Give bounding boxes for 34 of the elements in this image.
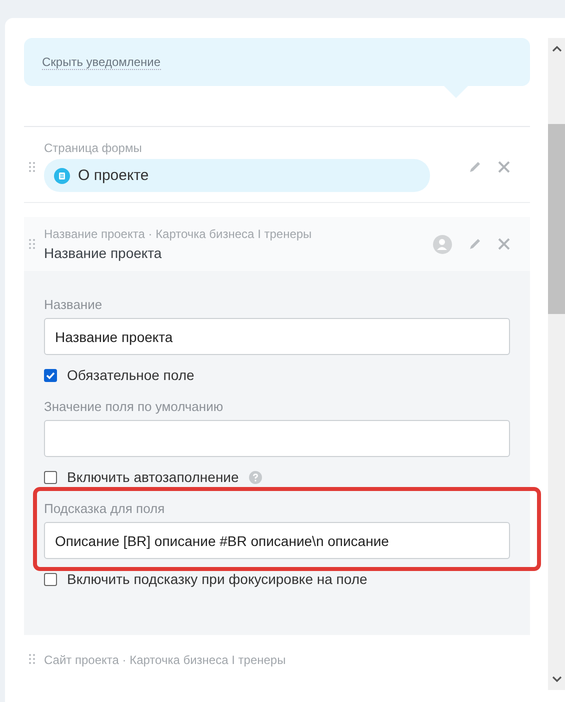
checkbox[interactable] [44, 470, 57, 484]
checkbox-label: Включить подсказку при фокусировке на поле [67, 571, 368, 587]
checkbox[interactable] [44, 368, 57, 382]
scroll-up-icon[interactable] [552, 46, 562, 52]
user-icon[interactable] [433, 234, 452, 254]
pencil-icon[interactable] [468, 237, 482, 251]
text-input[interactable] [44, 420, 510, 457]
hide-notice-link[interactable]: Скрыть уведомление [42, 54, 161, 70]
drag-handle-icon[interactable] [28, 160, 36, 172]
scroll-down-icon[interactable] [552, 676, 562, 682]
drag-handle-icon[interactable] [28, 238, 36, 250]
scrollbar[interactable] [548, 38, 565, 690]
field-title: Название проекта [44, 245, 163, 261]
drag-handle-icon[interactable] [28, 653, 36, 665]
page-name: О проекте [78, 167, 149, 184]
page-icon [54, 168, 70, 184]
item-label: Страница формы [44, 141, 143, 155]
help-icon[interactable] [248, 470, 262, 484]
text-input[interactable]: Название проекта [44, 318, 510, 355]
field-label: Название [44, 297, 104, 312]
checkbox[interactable] [44, 572, 57, 586]
checkbox-label: Обязательное поле [67, 367, 194, 383]
pencil-icon[interactable] [468, 160, 482, 174]
checkbox-label: Включить автозаполнение [67, 469, 239, 485]
close-icon[interactable] [498, 160, 510, 172]
scroll-thumb[interactable] [548, 124, 565, 314]
field-label: Значение поля по умолчанию [44, 399, 224, 414]
field-label: Подсказка для поля [44, 501, 166, 516]
page-chip[interactable]: О проекте [44, 159, 430, 192]
field-breadcrumb: Название проекта · Карточка бизнеса I тренеры [44, 227, 313, 241]
close-icon[interactable] [498, 238, 510, 250]
text-input[interactable]: Описание [BR] описание #BR описание\n описание [44, 522, 510, 559]
field-breadcrumb: Сайт проекта · Карточка бизнеса I тренеры [44, 653, 287, 667]
field-header[interactable]: Название проекта · Карточка бизнеса I тренеры Название проекта [24, 217, 530, 271]
